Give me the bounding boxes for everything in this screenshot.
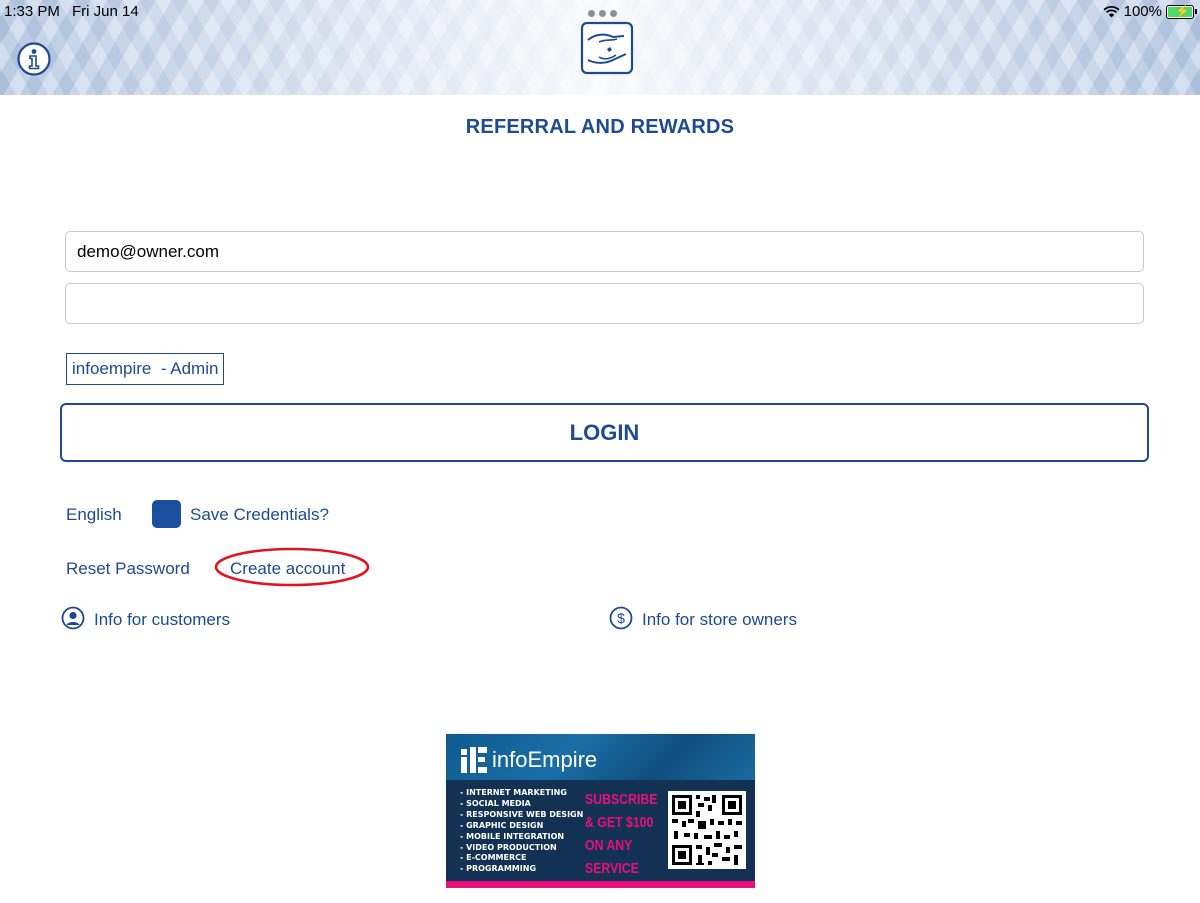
- ad-brand: infoEmpire: [492, 747, 598, 772]
- page-title: REFERRAL AND REWARDS: [465, 116, 735, 138]
- hands-logo-icon: [580, 21, 634, 75]
- status-date: Fri Jun 14: [72, 3, 139, 20]
- email-field[interactable]: [65, 231, 1144, 272]
- ad-service-item: - E-COMMERCE: [460, 853, 527, 863]
- status-indicators: 100% ⚡: [1103, 3, 1197, 20]
- ad-promo-line: SERVICE: [585, 860, 639, 877]
- ad-promo: SUBSCRIBE & GET $100 ON ANY SERVICE: [585, 788, 665, 880]
- status-time: 1:33 PM: [4, 3, 60, 20]
- ad-service-item: - PROGRAMMING: [460, 864, 537, 874]
- dollar-circle-icon[interactable]: $: [609, 606, 633, 630]
- login-button[interactable]: LOGIN: [60, 403, 1149, 462]
- language-selector[interactable]: English: [66, 505, 122, 525]
- ad-bottom-bar: [446, 881, 755, 888]
- ad-service-item: - INTERNET MARKETING: [460, 788, 567, 797]
- highlight-ellipse: [214, 547, 370, 587]
- battery-icon: ⚡: [1166, 4, 1197, 19]
- save-credentials-checkbox[interactable]: [152, 500, 181, 528]
- ad-promo-line: ON ANY: [585, 837, 633, 854]
- ad-service-item: - MOBILE INTEGRATION: [460, 831, 565, 841]
- ad-promo-line: SUBSCRIBE: [585, 791, 658, 808]
- save-credentials-label[interactable]: Save Credentials?: [190, 505, 329, 525]
- svg-text:$: $: [617, 610, 625, 626]
- ad-service-item: - GRAPHIC DESIGN: [460, 820, 544, 830]
- ad-services-list: - INTERNET MARKETING - SOCIAL MEDIA - RE…: [460, 788, 583, 875]
- password-field[interactable]: [65, 283, 1144, 324]
- info-icon[interactable]: [17, 42, 51, 76]
- info-store-owners-link[interactable]: Info for store owners: [642, 610, 797, 630]
- battery-percent: 100%: [1123, 3, 1162, 20]
- infoempire-logo-icon: [461, 747, 487, 773]
- role-selector[interactable]: infoempire - Admin: [66, 353, 225, 385]
- ad-banner[interactable]: infoEmpire - INTERNET MARKETING - SOCIAL…: [446, 734, 755, 888]
- info-customers-link[interactable]: Info for customers: [94, 610, 230, 630]
- multitasking-dots[interactable]: [588, 10, 617, 17]
- ad-service-item: - RESPONSIVE WEB DESIGN: [460, 809, 584, 819]
- ad-service-item: - SOCIAL MEDIA: [460, 798, 531, 808]
- ad-promo-line: & GET $100: [585, 814, 654, 831]
- wifi-icon: [1103, 5, 1120, 18]
- reset-password-link[interactable]: Reset Password: [66, 559, 190, 579]
- qr-code-icon: [668, 791, 746, 869]
- user-circle-icon[interactable]: [61, 606, 85, 630]
- ad-service-item: - VIDEO PRODUCTION: [460, 842, 557, 852]
